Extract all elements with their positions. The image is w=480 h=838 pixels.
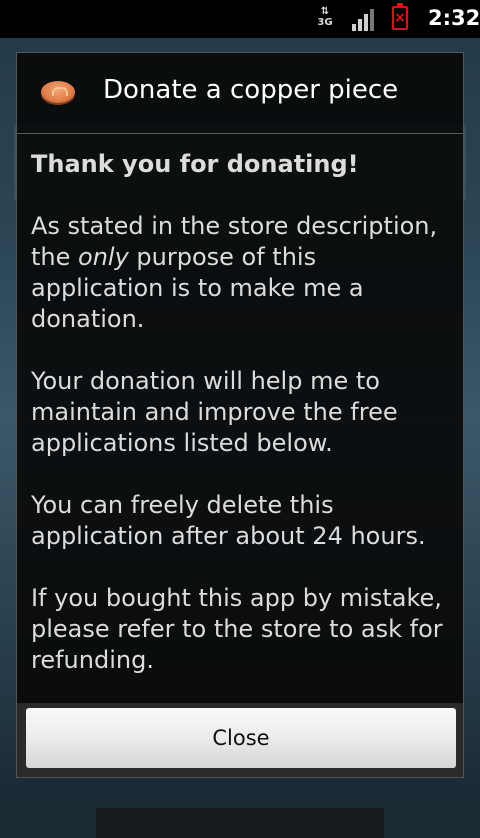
close-button[interactable]: Close — [26, 708, 456, 768]
paragraph-delete-info: You can freely delete this application a… — [31, 491, 426, 550]
paragraph-purpose: As stated in the store description, the … — [31, 211, 451, 335]
status-bar: ⇅ 3G × 2:32 — [0, 0, 480, 38]
dialog-button-bar: Close — [17, 703, 463, 777]
paragraph-donation-help: Your donation will help me to maintain a… — [31, 367, 398, 457]
paragraph-purpose-emphasis: only — [78, 243, 129, 271]
status-time: 2:32 — [428, 6, 480, 30]
battery-low-icon: × — [392, 3, 408, 30]
thank-you-heading: Thank you for donating! — [31, 150, 359, 178]
donation-dialog: Donate a copper piece Thank you for dona… — [16, 52, 464, 778]
network-type-label: 3G — [317, 17, 333, 28]
dialog-header: Donate a copper piece — [17, 53, 463, 133]
copper-coin-icon — [41, 81, 75, 103]
dialog-message: Thank you for donating! As stated in the… — [31, 149, 451, 707]
paragraph-refund-info: If you bought this app by mistake, pleas… — [31, 584, 443, 674]
network-type-indicator: ⇅ 3G — [316, 6, 334, 28]
dialog-title: Donate a copper piece — [103, 75, 399, 105]
background-dock — [96, 808, 384, 838]
dialog-divider — [17, 133, 463, 134]
data-arrows-icon: ⇅ — [320, 6, 330, 17]
signal-strength-icon — [352, 9, 376, 31]
